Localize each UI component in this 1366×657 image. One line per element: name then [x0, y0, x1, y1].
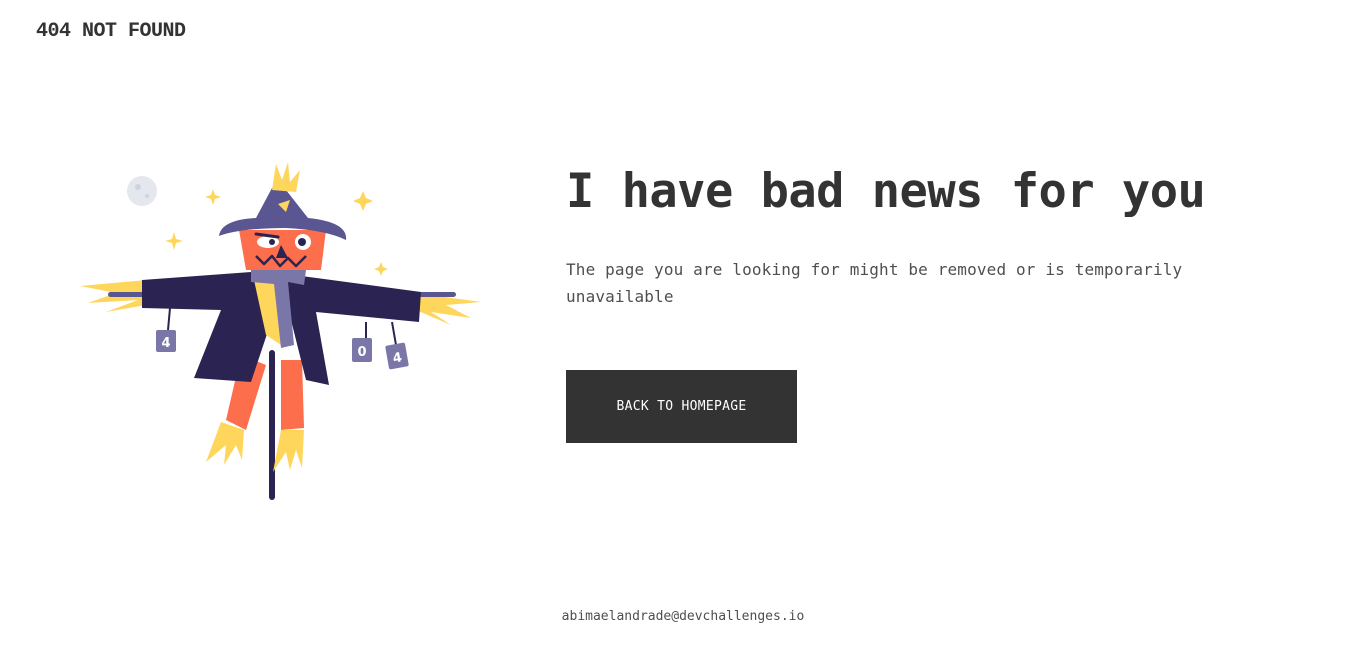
page: 404 NOT FOUND 4 0 4 I have bad news for … — [0, 0, 1366, 657]
brand-title: 404 NOT FOUND — [36, 20, 186, 43]
pole — [269, 350, 275, 500]
can-label: 0 — [357, 345, 366, 360]
back-to-homepage-button[interactable]: BACK TO HOMEPAGE — [566, 370, 797, 443]
page-description: The page you are looking for might be re… — [566, 260, 1183, 306]
scarecrow-illustration: 4 0 4 — [80, 162, 481, 500]
moon-icon — [127, 176, 157, 206]
footer-credit: abimaelandrade@devchallenges.io — [561, 609, 805, 624]
can-label: 4 — [161, 336, 170, 351]
page-title: I have bad news for you — [566, 164, 1206, 219]
